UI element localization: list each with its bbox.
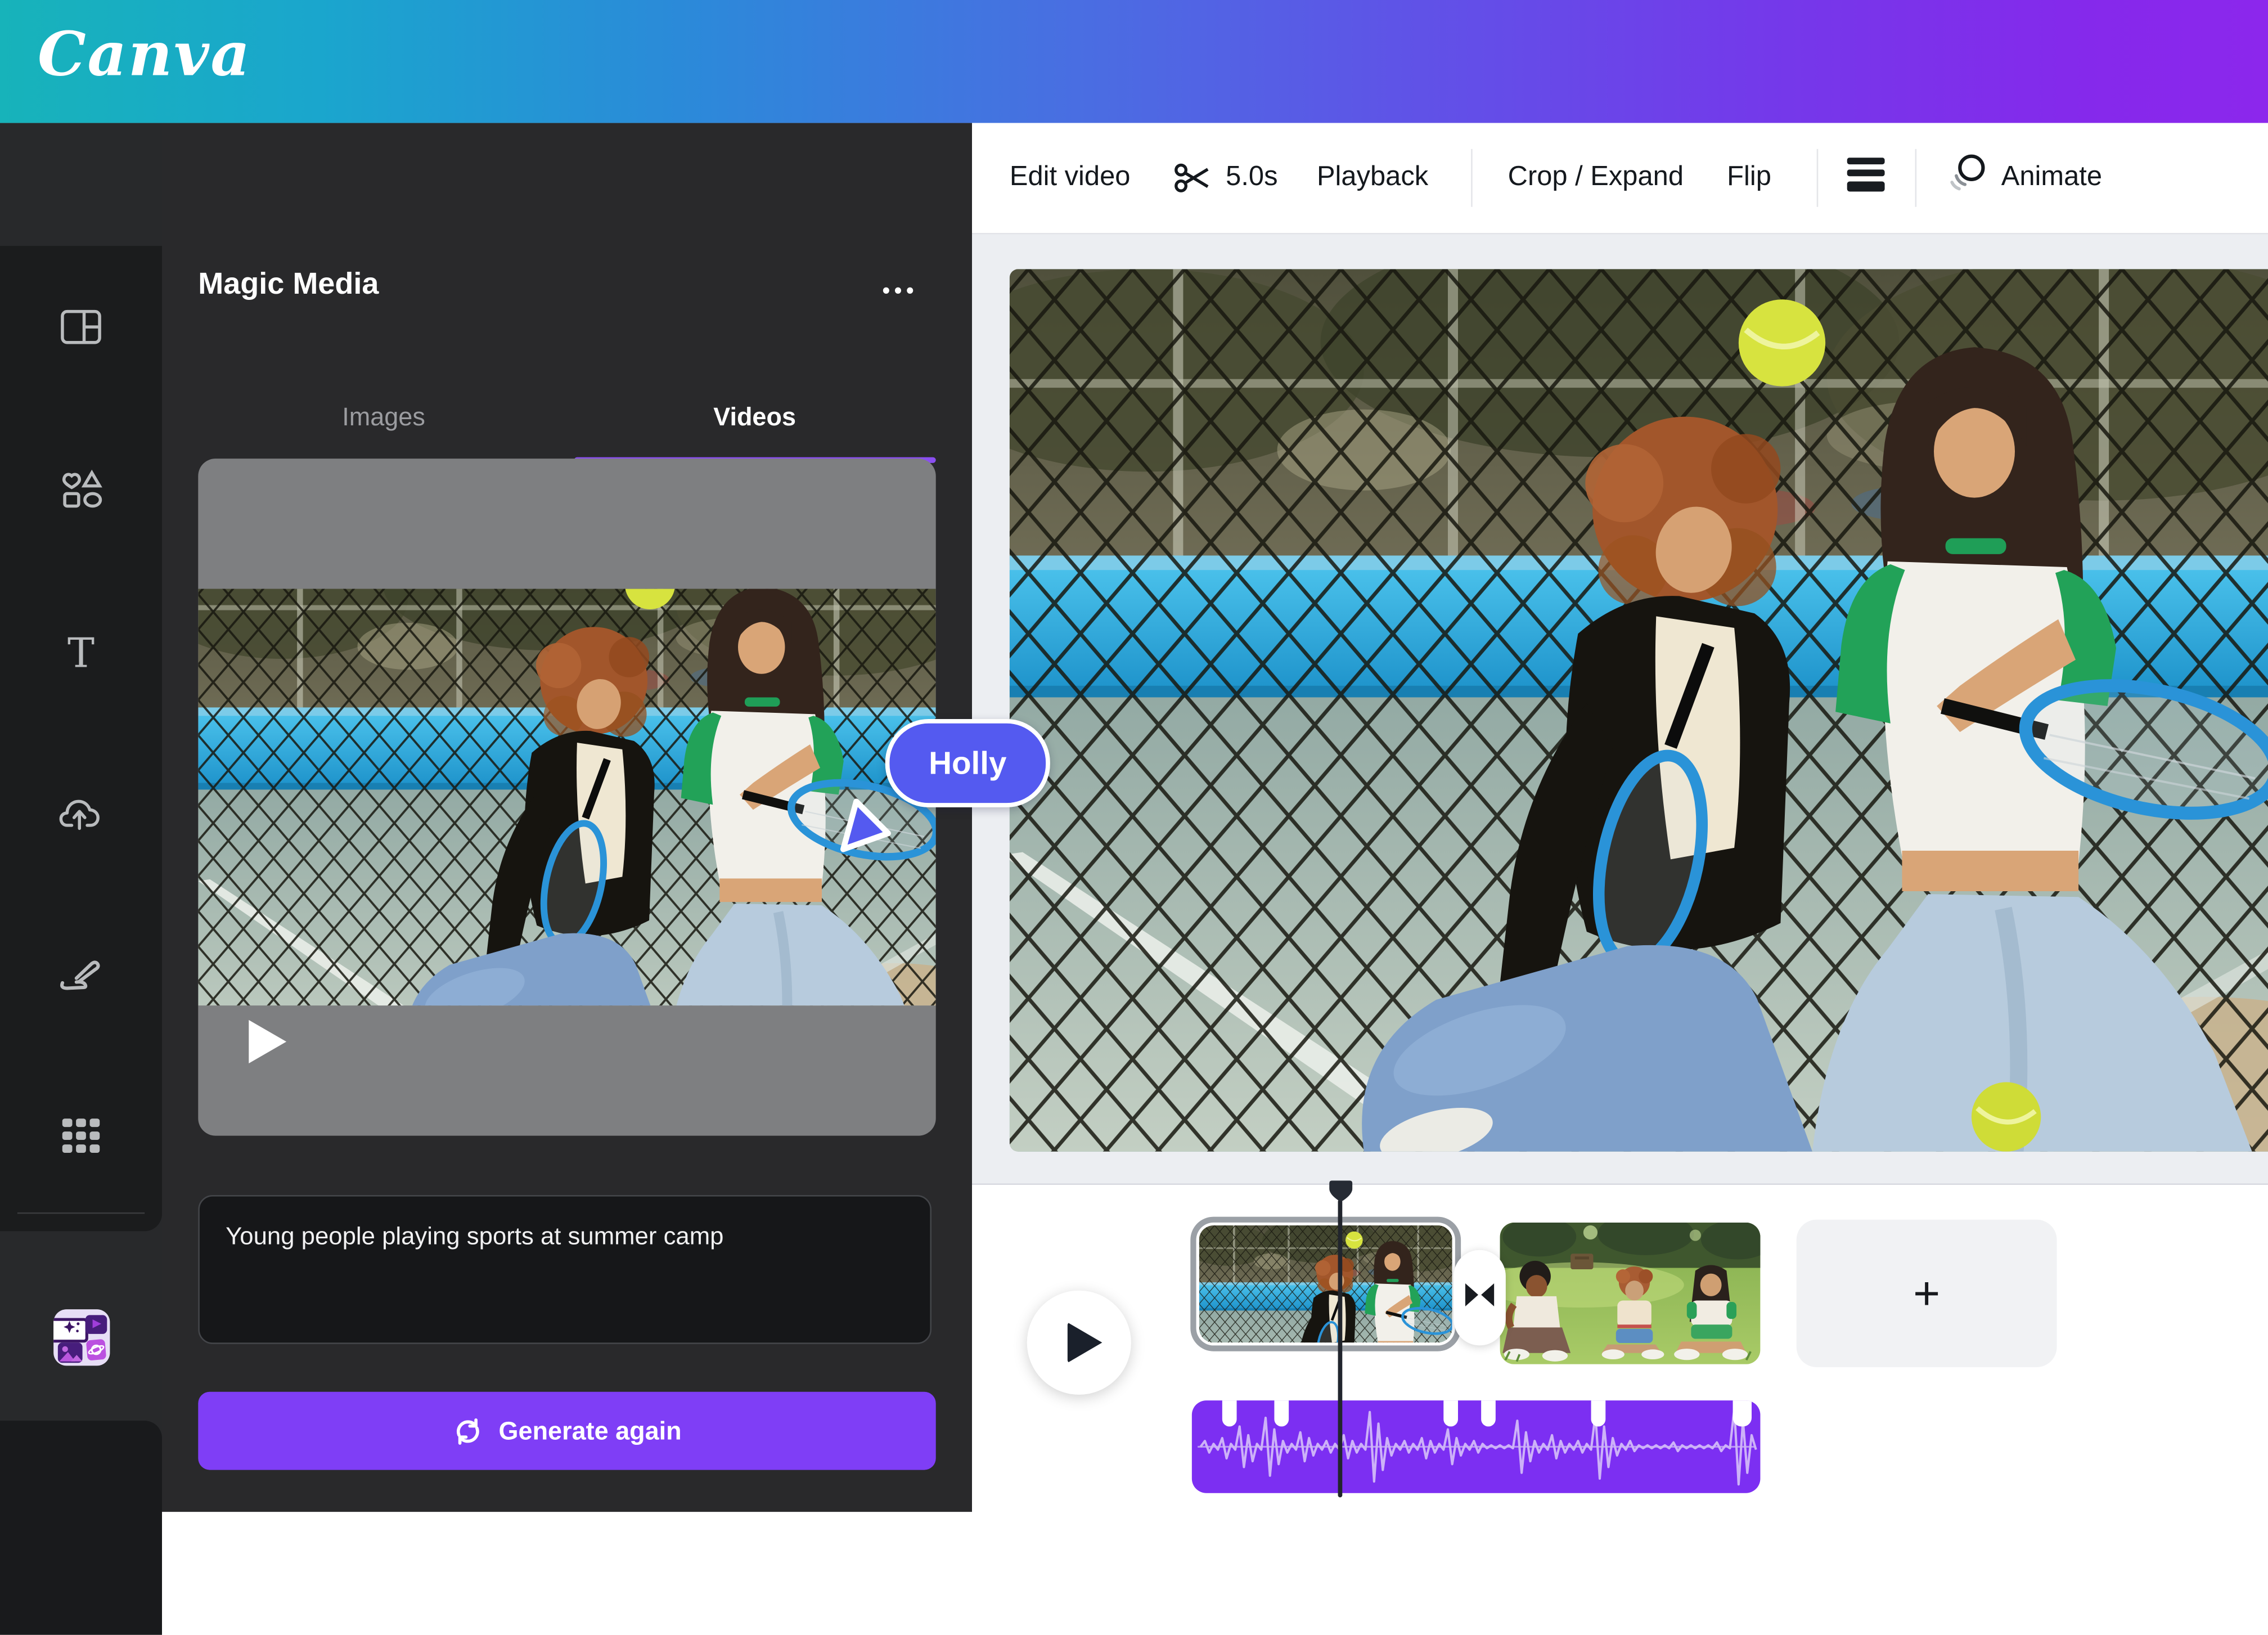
panel-title: Magic Media — [198, 267, 379, 301]
generated-video-preview[interactable] — [198, 459, 936, 1136]
elements-icon — [59, 466, 102, 517]
sidebar-bottom-sheet — [0, 1421, 162, 1635]
plus-icon: + — [1913, 1266, 1941, 1319]
flip-button[interactable]: Flip — [1727, 162, 1771, 194]
tab-images[interactable]: Images — [198, 388, 569, 446]
timeline: + — [972, 1185, 2268, 1512]
play-icon — [1066, 1322, 1102, 1363]
audio-notch — [1732, 1400, 1752, 1427]
tab-videos[interactable]: Videos — [569, 388, 940, 446]
regenerate-icon — [452, 1416, 483, 1446]
animate-icon — [1945, 152, 1988, 204]
design-templates-icon — [59, 306, 102, 354]
magic-media-planet-tile — [86, 1338, 107, 1361]
animate-label: Animate — [2001, 162, 2103, 192]
toolbar-divider — [1914, 149, 1916, 207]
collaborator-label: Holly — [885, 719, 1050, 807]
prompt-input[interactable]: Young people playing sports at summer ca… — [198, 1195, 932, 1344]
audio-notch — [1443, 1400, 1458, 1427]
canva-logo[interactable]: Canva — [38, 19, 251, 89]
magic-media-play-tile — [85, 1315, 107, 1334]
sidebar-item-draw[interactable] — [0, 937, 162, 1018]
animate-button[interactable]: Animate — [1945, 152, 2102, 204]
position-button[interactable] — [1845, 155, 1886, 201]
transition-button[interactable] — [1454, 1250, 1506, 1346]
edit-video-button[interactable]: Edit video — [1010, 162, 1131, 194]
timeline-play-button[interactable] — [1027, 1290, 1131, 1395]
playhead-handle[interactable] — [1329, 1180, 1353, 1209]
audio-track[interactable] — [1191, 1400, 1761, 1493]
preview-frame-image — [198, 589, 935, 1006]
sidebar-item-text[interactable]: T — [0, 613, 162, 694]
add-clip-button[interactable]: + — [1796, 1219, 2057, 1367]
draw-pen-icon — [58, 954, 104, 1002]
sidebar-item-apps[interactable] — [0, 1098, 162, 1179]
duration-label: 5.0s — [1226, 162, 1278, 192]
sidebar-divider — [17, 1212, 145, 1214]
magic-media-image-tile — [57, 1342, 83, 1363]
panel-tabs: Images Videos — [198, 388, 940, 446]
sidebar-item-design[interactable] — [0, 289, 162, 370]
transition-bowtie-icon — [1465, 1282, 1495, 1313]
collaborator-cursor-icon — [836, 794, 894, 863]
timeline-clip-selected[interactable] — [1190, 1216, 1461, 1351]
sidebar-item-elements[interactable] — [0, 451, 162, 532]
playback-button[interactable]: Playback — [1317, 162, 1428, 194]
playhead-line[interactable] — [1338, 1199, 1342, 1498]
more-options-button[interactable]: ••• — [883, 279, 940, 304]
generate-again-button[interactable]: Generate again — [198, 1391, 936, 1470]
upload-cloud-icon — [58, 793, 104, 841]
top-gradient-bar: Canva — [0, 0, 2268, 123]
toolbar-divider — [1816, 149, 1818, 207]
clip-thumbnail — [1199, 1225, 1452, 1342]
timeline-clip[interactable] — [1500, 1223, 1761, 1364]
apps-grid-icon — [61, 1115, 101, 1162]
sidebar-item-uploads[interactable] — [0, 777, 162, 858]
app-window: Canva T Magic Media ••• Images Videos Yo… — [0, 0, 2268, 1635]
sidebar-rail: T — [0, 123, 162, 1635]
collaborator-name: Holly — [929, 744, 1007, 781]
preview-play-icon[interactable] — [249, 1019, 287, 1063]
audio-notch — [1481, 1400, 1496, 1427]
crop-expand-button[interactable]: Crop / Expand — [1508, 162, 1684, 194]
audio-notch — [1274, 1400, 1289, 1427]
magic-media-sparkle-tile — [53, 1318, 88, 1343]
canvas-video-frame[interactable] — [1009, 269, 2268, 1152]
sidebar-rail-sheet — [0, 246, 162, 1232]
audio-notch — [1222, 1400, 1237, 1427]
prompt-text: Young people playing sports at summer ca… — [226, 1222, 724, 1250]
text-icon: T — [67, 629, 95, 677]
audio-notch — [1591, 1400, 1606, 1427]
generate-again-label: Generate again — [498, 1416, 682, 1445]
context-toolbar: Edit video 5.0s Playback Crop / Expand F… — [972, 123, 2268, 235]
scissors-icon — [1174, 159, 1213, 197]
toolbar-divider — [1472, 149, 1473, 207]
layers-bars-icon — [1845, 155, 1886, 201]
trim-button[interactable]: 5.0s — [1174, 159, 1278, 197]
magic-media-app-icon[interactable] — [53, 1309, 110, 1366]
